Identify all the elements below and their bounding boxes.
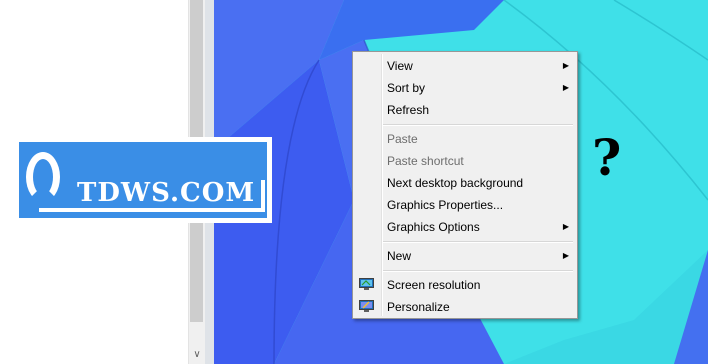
personalize-monitor-icon (359, 300, 374, 312)
menu-item-sort-by[interactable]: Sort by ▶ (355, 77, 575, 99)
menu-item-label: Personalize (387, 300, 450, 314)
menu-item-label: Paste (387, 132, 418, 146)
menu-item-next-desktop-background[interactable]: Next desktop background (355, 172, 575, 194)
menu-item-label: Paste shortcut (387, 154, 464, 168)
menu-item-label: New (387, 249, 412, 263)
menu-item-refresh[interactable]: Refresh (355, 99, 575, 121)
menu-item-label: Graphics Properties... (387, 198, 504, 212)
menu-item-paste[interactable]: Paste (355, 128, 575, 150)
menu-item-new[interactable]: New ▶ (355, 245, 575, 267)
menu-item-screen-resolution[interactable]: Screen resolution (355, 274, 575, 296)
menu-item-graphics-options[interactable]: Graphics Options ▶ (355, 216, 575, 238)
menu-item-label: Graphics Options (387, 220, 480, 234)
menu-item-personalize[interactable]: Personalize (355, 296, 575, 318)
menu-separator (383, 270, 573, 272)
submenu-arrow-icon: ▶ (562, 251, 569, 260)
menu-separator (383, 241, 573, 243)
site-logo: TDWS.COM (14, 137, 272, 223)
menu-item-label: Sort by (387, 81, 426, 95)
menu-item-graphics-properties[interactable]: Graphics Properties... (355, 194, 575, 216)
logo-o-shape (26, 152, 60, 202)
menu-item-label: Screen resolution (387, 278, 481, 292)
menu-item-label: Refresh (387, 103, 430, 117)
submenu-arrow-icon: ▶ (562, 222, 569, 231)
logo-bracket (261, 180, 265, 212)
submenu-arrow-icon: ▶ (562, 83, 569, 92)
logo-background: TDWS.COM (19, 142, 267, 218)
menu-item-label: Next desktop background (387, 176, 524, 190)
logo-text: TDWS.COM (77, 178, 256, 208)
logo-underline (39, 208, 265, 212)
scroll-down-icon[interactable]: ∨ (189, 349, 205, 360)
submenu-arrow-icon: ▶ (562, 61, 569, 70)
question-mark-annotation: ? (592, 128, 622, 187)
menu-item-label: View (387, 59, 413, 73)
desktop-context-menu: View ▶ Sort by ▶ Refresh Paste Paste sho… (352, 51, 578, 319)
menu-item-paste-shortcut[interactable]: Paste shortcut (355, 150, 575, 172)
menu-separator (383, 124, 573, 126)
menu-item-view[interactable]: View ▶ (355, 55, 575, 77)
monitor-icon (359, 278, 374, 290)
